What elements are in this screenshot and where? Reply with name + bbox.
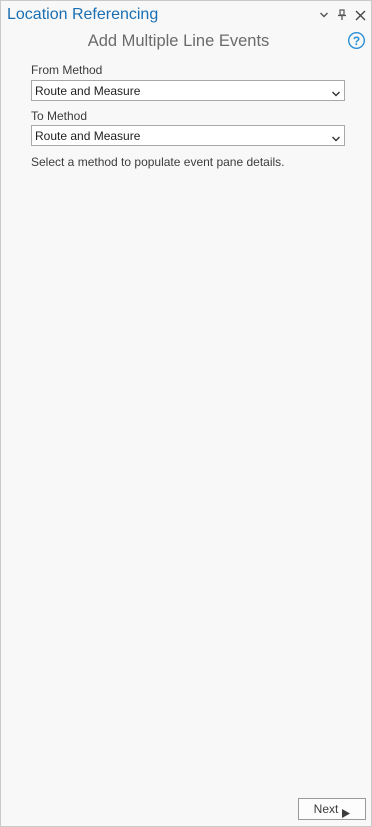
chevron-down-icon <box>331 131 341 142</box>
to-method-select[interactable]: Route and Measure <box>31 125 345 146</box>
chevron-down-icon[interactable] <box>315 5 333 25</box>
from-method-label: From Method <box>31 63 103 77</box>
close-icon[interactable] <box>351 5 369 25</box>
question-circle-icon[interactable]: ? <box>347 31 366 50</box>
to-method-value: Route and Measure <box>35 129 141 143</box>
from-method-select[interactable]: Route and Measure <box>31 80 345 101</box>
next-button[interactable]: Next <box>298 798 366 820</box>
help-symbol: ? <box>353 34 360 48</box>
hint-text: Select a method to populate event pane d… <box>31 155 285 169</box>
chevron-down-icon <box>331 86 341 97</box>
pin-icon[interactable] <box>333 5 351 25</box>
pane-title: Location Referencing <box>7 6 159 23</box>
play-arrow-icon <box>342 805 351 818</box>
pane-header-controls <box>315 5 369 25</box>
pane-header: Location Referencing <box>1 1 371 29</box>
subtitle-row: Add Multiple Line Events ? <box>1 31 371 53</box>
from-method-value: Route and Measure <box>35 84 141 98</box>
pane-subtitle: Add Multiple Line Events <box>87 32 270 50</box>
location-referencing-pane: Location Referencing Add Multiple Line E… <box>0 0 372 827</box>
to-method-label: To Method <box>31 109 88 123</box>
next-button-label: Next <box>313 802 339 816</box>
